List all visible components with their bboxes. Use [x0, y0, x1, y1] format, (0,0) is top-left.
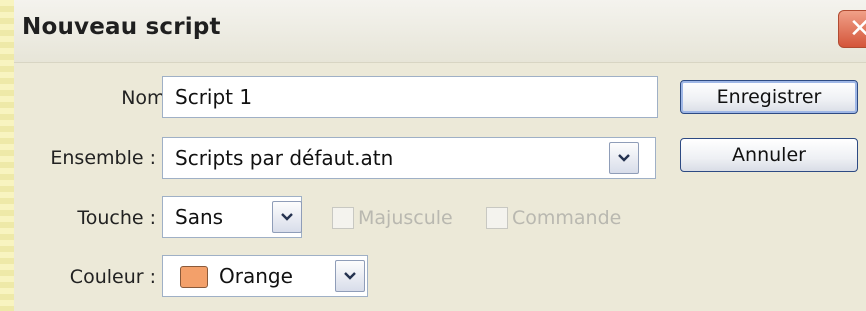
left-decorative-strip	[0, 0, 15, 311]
chevron-down-icon	[618, 154, 630, 162]
color-select-value: Orange	[219, 264, 293, 288]
set-select[interactable]: Scripts par défaut.atn	[162, 137, 656, 179]
set-select-value: Scripts par défaut.atn	[175, 146, 394, 170]
shift-checkbox[interactable]	[332, 207, 354, 229]
color-label: Couleur :	[69, 266, 156, 288]
save-button[interactable]: Enregistrer	[680, 80, 858, 114]
key-select-value: Sans	[175, 205, 224, 229]
title-bar: Nouveau script ✕	[14, 0, 866, 63]
dialog-title: Nouveau script	[22, 14, 221, 40]
command-label: Commande	[512, 207, 622, 229]
close-button[interactable]: ✕	[838, 10, 866, 48]
key-dropdown-button[interactable]	[272, 201, 302, 233]
chevron-down-icon	[281, 213, 293, 221]
chevron-down-icon	[344, 272, 356, 280]
close-icon: ✕	[849, 14, 866, 44]
key-label: Touche :	[77, 207, 156, 229]
set-label: Ensemble :	[50, 147, 156, 169]
command-checkbox[interactable]	[486, 207, 508, 229]
color-swatch	[180, 266, 208, 288]
name-input[interactable]: Script 1	[162, 76, 658, 118]
new-script-dialog: Nouveau script ✕ Nom : Script 1 Ensemble…	[14, 0, 866, 311]
set-dropdown-button[interactable]	[609, 142, 639, 174]
name-label: Nom :	[121, 87, 178, 109]
shift-label: Majuscule	[358, 207, 453, 229]
cancel-button[interactable]: Annuler	[680, 138, 858, 172]
color-dropdown-button[interactable]	[335, 260, 365, 292]
